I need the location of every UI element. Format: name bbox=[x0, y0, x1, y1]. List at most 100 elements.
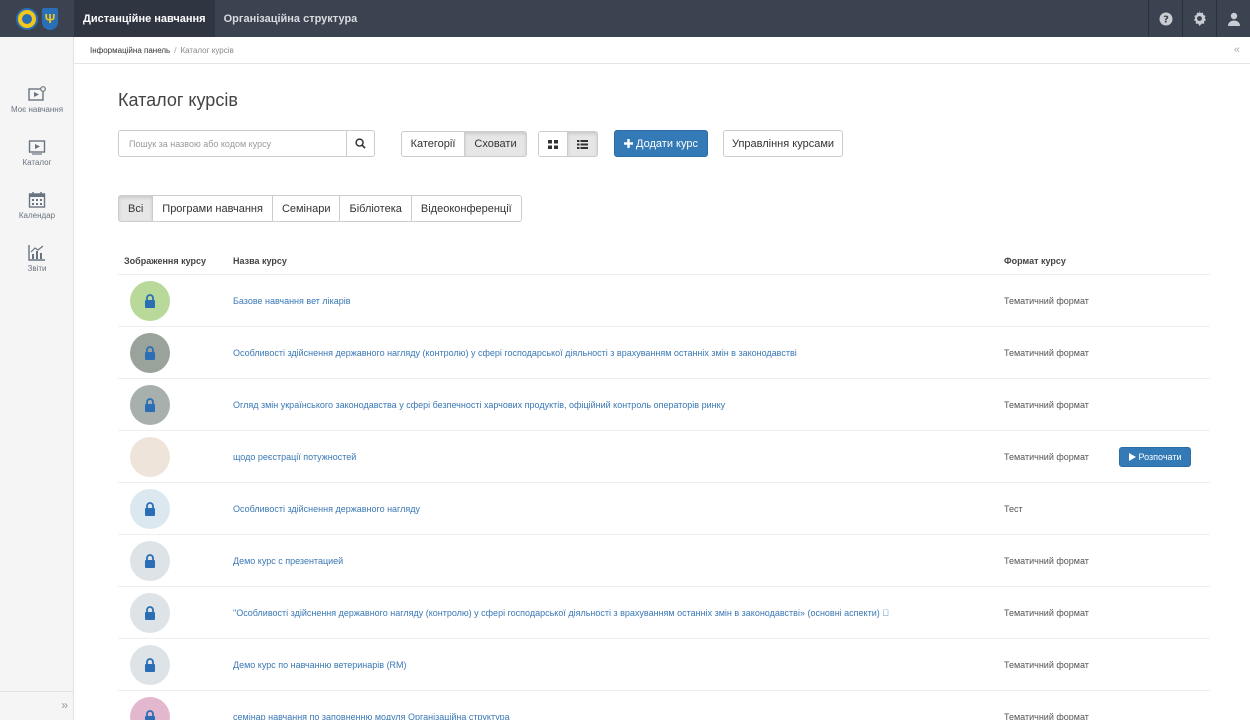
catalog-icon bbox=[28, 139, 46, 155]
search-input[interactable] bbox=[118, 130, 346, 157]
sidebar-item-calendar[interactable]: Календар bbox=[0, 179, 74, 232]
sidebar-expand-button[interactable]: » bbox=[0, 691, 74, 712]
categories-button[interactable]: Категорії bbox=[401, 131, 465, 157]
sidebar-item-my-learning[interactable]: Моє навчання bbox=[0, 73, 74, 126]
table-row: Демо курс с презентацией Тематичний форма… bbox=[118, 535, 1210, 587]
manage-courses-button[interactable]: Управління курсами bbox=[723, 130, 843, 157]
column-header-image: Зображення курсу bbox=[124, 256, 206, 266]
nav-distance-learning[interactable]: Дистанційне навчання bbox=[74, 0, 215, 37]
filter-videoconferences[interactable]: Відеоконференції bbox=[411, 195, 522, 222]
course-format: Тест bbox=[1004, 503, 1023, 514]
reports-icon bbox=[28, 245, 45, 261]
list-icon bbox=[577, 139, 588, 149]
course-image-cell bbox=[118, 436, 233, 477]
course-link[interactable]: Особливості здійснення державного нагляд… bbox=[233, 348, 797, 358]
hide-button[interactable]: Сховати bbox=[465, 131, 527, 157]
help-icon: ? bbox=[1159, 12, 1172, 25]
lock-icon bbox=[145, 605, 155, 620]
lock-icon bbox=[145, 709, 155, 720]
sidebar-item-reports[interactable]: Звіти bbox=[0, 232, 74, 285]
course-image-cell bbox=[118, 644, 233, 685]
add-course-label: Додати курс bbox=[636, 137, 698, 150]
course-image-cell bbox=[118, 540, 233, 581]
breadcrumb: Інформаційна панель / Каталог курсів « bbox=[74, 37, 1250, 64]
course-link[interactable]: Демо курс с презентацией bbox=[233, 556, 343, 566]
course-image-cell bbox=[118, 488, 233, 529]
course-type-filter: Всі Програми навчання Семінари Бібліотек… bbox=[118, 195, 522, 222]
course-avatar[interactable] bbox=[130, 436, 170, 477]
sidebar: Моє навчання Каталог Календар Звіти » bbox=[0, 37, 74, 720]
filter-all[interactable]: Всі bbox=[118, 195, 154, 222]
user-menu-button[interactable] bbox=[1216, 0, 1250, 37]
course-link[interactable]: Демо курс по навчанню ветеринарів (RM) bbox=[233, 660, 407, 670]
course-avatar[interactable] bbox=[130, 280, 170, 321]
logo[interactable]: Ψ bbox=[0, 0, 74, 37]
breadcrumb-current: Каталог курсів bbox=[180, 45, 234, 55]
search-button[interactable] bbox=[346, 130, 375, 157]
course-name-cell: Особливості здійснення державного нагляд… bbox=[233, 347, 1004, 359]
lock-icon bbox=[145, 293, 155, 308]
top-right-actions: ? bbox=[1148, 0, 1250, 37]
table-row: Особливості здійснення державного нагляд… bbox=[118, 327, 1210, 379]
nav-org-structure[interactable]: Організаційна структура bbox=[215, 0, 367, 37]
course-format: Тематичний формат bbox=[1004, 659, 1089, 670]
course-image-cell bbox=[118, 592, 233, 633]
sidebar-item-catalog[interactable]: Каталог bbox=[0, 126, 74, 179]
filter-library[interactable]: Бібліотека bbox=[340, 195, 412, 222]
course-link[interactable]: Базове навчання вет лікарів bbox=[233, 296, 351, 306]
sidebar-item-label: Моє навчання bbox=[10, 104, 64, 114]
course-avatar[interactable] bbox=[130, 592, 170, 633]
course-format: Тематичний формат bbox=[1004, 347, 1089, 358]
course-format: Тематичний формат bbox=[1004, 399, 1089, 410]
course-name-cell: Демо курс с презентацией bbox=[233, 555, 1004, 567]
course-name-cell: "Особливості здійснення державного нагля… bbox=[233, 607, 1004, 619]
column-header-format: Формат курсу bbox=[1004, 256, 1066, 266]
table-row: щодо реєстрації потужностей Тематичний фо… bbox=[118, 431, 1210, 483]
help-button[interactable]: ? bbox=[1148, 0, 1182, 37]
course-link[interactable]: Огляд змін українського законодавства у … bbox=[233, 400, 725, 410]
course-format: Тематичний формат bbox=[1004, 555, 1089, 566]
course-avatar[interactable] bbox=[130, 488, 170, 529]
my-learning-icon bbox=[28, 85, 46, 101]
settings-button[interactable] bbox=[1182, 0, 1216, 37]
course-link[interactable]: щодо реєстрації потужностей bbox=[233, 452, 356, 462]
collapse-panel-button[interactable]: « bbox=[1234, 44, 1240, 56]
column-header-name: Назва курсу bbox=[233, 256, 287, 266]
course-format: Тематичний формат bbox=[1004, 607, 1089, 618]
course-format: Тематичний формат bbox=[1004, 295, 1089, 306]
course-avatar[interactable] bbox=[130, 540, 170, 581]
lock-icon bbox=[145, 397, 155, 412]
filter-programs[interactable]: Програми навчання bbox=[153, 195, 273, 222]
search-icon bbox=[355, 138, 366, 149]
course-name-cell: Огляд змін українського законодавства у … bbox=[233, 399, 1004, 411]
view-mode-toggle bbox=[538, 131, 598, 157]
table-row: Особливості здійснення державного нагляд… bbox=[118, 483, 1210, 535]
course-avatar[interactable] bbox=[130, 644, 170, 685]
course-link[interactable]: семінар навчання по заповненню модуля Ор… bbox=[233, 712, 510, 720]
filter-seminars[interactable]: Семінари bbox=[272, 195, 341, 222]
course-name-cell: семінар навчання по заповненню модуля Ор… bbox=[233, 711, 1004, 720]
sidebar-item-label: Каталог bbox=[22, 157, 52, 167]
grid-icon bbox=[548, 139, 558, 149]
lock-icon bbox=[145, 501, 155, 516]
start-course-label: Розпочати bbox=[1138, 451, 1182, 462]
table-header: Зображення курсу Назва курсу Формат курс… bbox=[118, 248, 1210, 275]
course-actions-cell: Розпочати bbox=[1119, 446, 1210, 467]
page-title: Каталог курсів bbox=[118, 90, 238, 110]
trident-icon: Ψ bbox=[42, 7, 58, 30]
play-icon bbox=[1128, 452, 1136, 461]
course-avatar[interactable] bbox=[130, 696, 170, 720]
table-row: Базове навчання вет лікарів Тематичний фо… bbox=[118, 275, 1210, 327]
course-name-cell: Особливості здійснення державного нагляд… bbox=[233, 503, 1004, 515]
grid-view-button[interactable] bbox=[538, 131, 568, 157]
course-avatar[interactable] bbox=[130, 332, 170, 373]
course-avatar[interactable] bbox=[130, 384, 170, 425]
start-course-button[interactable]: Розпочати bbox=[1119, 446, 1191, 467]
list-view-button[interactable] bbox=[568, 131, 598, 157]
course-link[interactable]: "Особливості здійснення державного нагля… bbox=[233, 608, 889, 618]
search-box bbox=[118, 130, 375, 157]
course-link[interactable]: Особливості здійснення державного нагляд… bbox=[233, 504, 420, 514]
add-course-button[interactable]: Додати курс bbox=[614, 130, 708, 157]
breadcrumb-home-link[interactable]: Інформаційна панель bbox=[90, 46, 170, 55]
course-format: Тематичний формат bbox=[1004, 711, 1089, 720]
